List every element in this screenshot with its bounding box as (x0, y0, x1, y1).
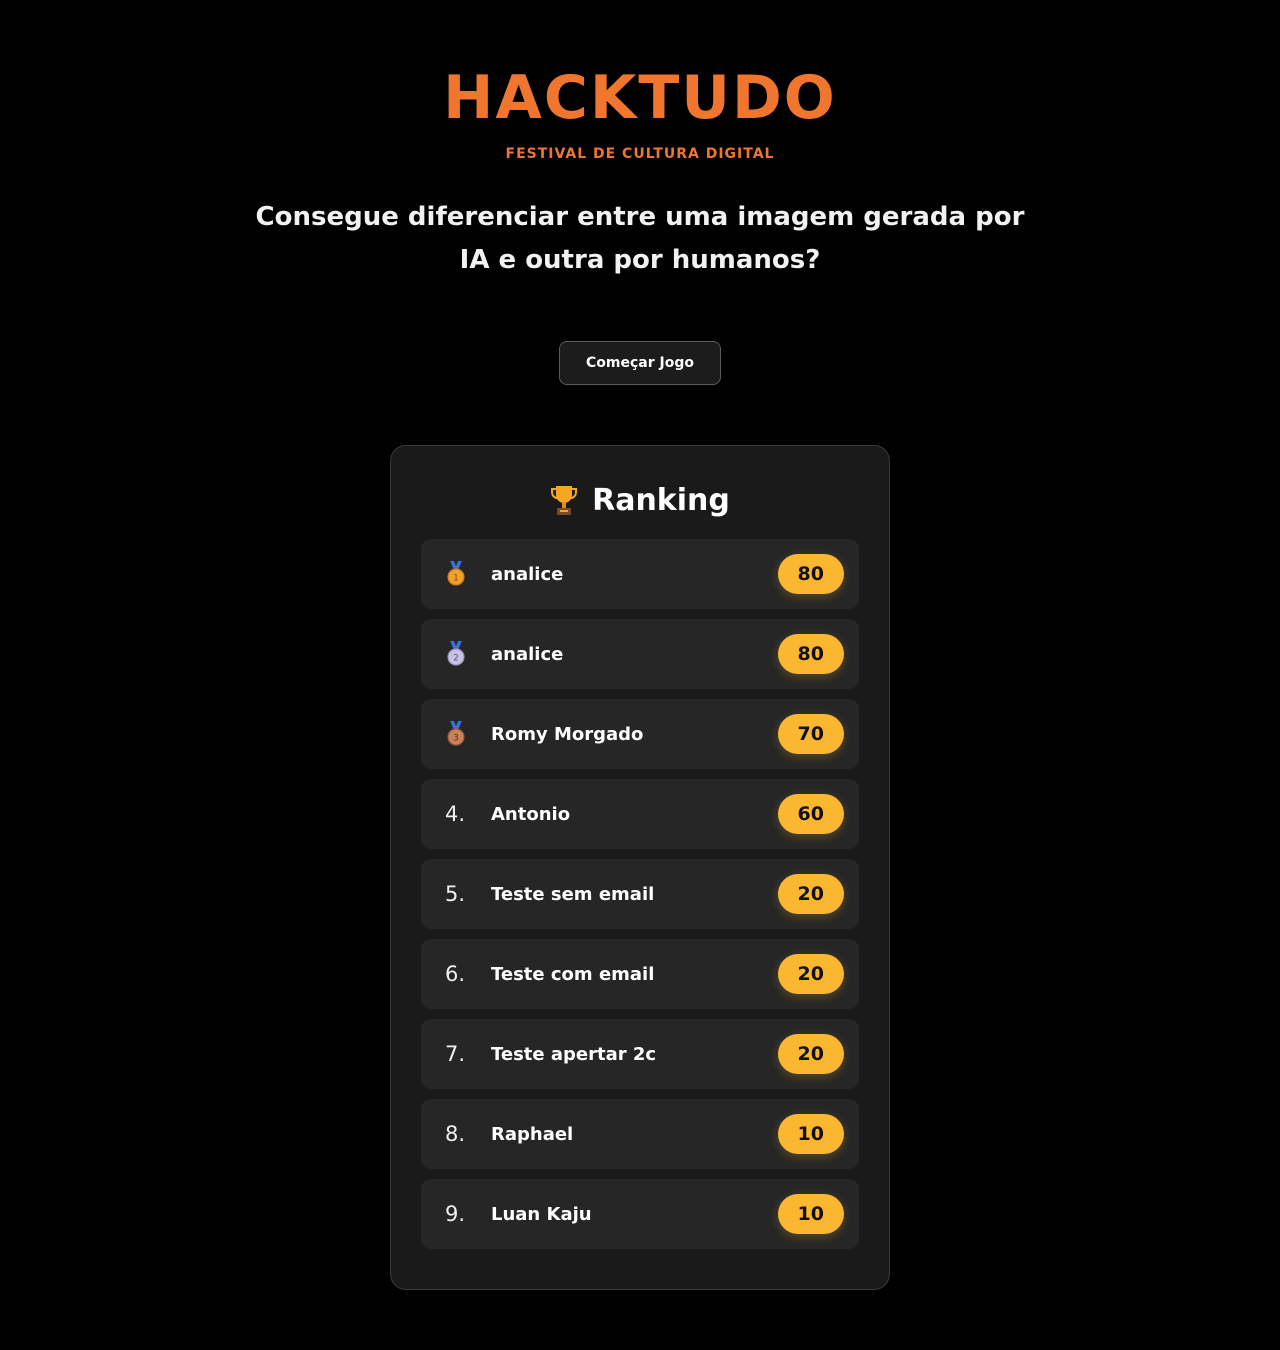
ranking-row[interactable]: 4. Antonio 60 (421, 779, 859, 849)
ranking-header: Ranking (391, 482, 889, 518)
svg-text:2: 2 (453, 654, 459, 664)
ranking-row[interactable]: 7. Teste apertar 2c 20 (421, 1019, 859, 1089)
score-badge: 20 (777, 874, 844, 914)
player-name: analice (491, 563, 564, 585)
rank-position: 3 (445, 699, 485, 769)
score-badge: 80 (777, 634, 844, 674)
rank-position: 5. (445, 882, 466, 906)
svg-text:3: 3 (453, 734, 459, 744)
header: HACKTUDO FESTIVAL DE CULTURA DIGITAL (0, 62, 1280, 162)
ranking-card: Ranking 1 analice 80 2 analice 80 3 Romy… (390, 445, 890, 1290)
bronze-medal-icon: 3 (445, 721, 467, 747)
ranking-list: 1 analice 80 2 analice 80 3 Romy Morgado… (421, 539, 859, 1259)
player-name: Luan Kaju (491, 1203, 592, 1225)
rank-position: 2 (445, 619, 485, 689)
trophy-icon (550, 483, 578, 517)
player-name: Teste sem email (491, 883, 655, 905)
silver-medal-icon: 2 (445, 641, 467, 667)
score-badge: 10 (777, 1114, 844, 1154)
score-badge: 20 (777, 1034, 844, 1074)
gold-medal-icon: 1 (445, 561, 467, 587)
player-name: Antonio (491, 803, 571, 825)
ranking-row[interactable]: 2 analice 80 (421, 619, 859, 689)
game-question: Consegue diferenciar entre uma imagem ge… (255, 202, 1025, 275)
svg-text:1: 1 (453, 574, 459, 584)
score-badge: 10 (777, 1194, 844, 1234)
rank-position: 1 (445, 539, 485, 609)
player-name: Romy Morgado (491, 723, 644, 745)
rank-position: 7. (445, 1042, 466, 1066)
brand-title: HACKTUDO (443, 63, 837, 133)
rank-position: 8. (445, 1122, 466, 1146)
rank-position: 4. (445, 802, 466, 826)
ranking-row[interactable]: 8. Raphael 10 (421, 1099, 859, 1169)
player-name: Teste com email (491, 963, 655, 985)
player-name: Raphael (491, 1123, 574, 1145)
ranking-row[interactable]: 5. Teste sem email 20 (421, 859, 859, 929)
ranking-title: Ranking (592, 482, 730, 518)
rank-position: 9. (445, 1202, 466, 1226)
ranking-row[interactable]: 1 analice 80 (421, 539, 859, 609)
score-badge: 70 (777, 714, 844, 754)
brand-subtitle: FESTIVAL DE CULTURA DIGITAL (505, 146, 775, 162)
score-badge: 80 (777, 554, 844, 594)
start-game-button[interactable]: Começar Jogo (559, 341, 721, 385)
score-badge: 20 (777, 954, 844, 994)
ranking-row[interactable]: 6. Teste com email 20 (421, 939, 859, 1009)
ranking-row[interactable]: 9. Luan Kaju 10 (421, 1179, 859, 1249)
player-name: Teste apertar 2c (491, 1043, 657, 1065)
ranking-row[interactable]: 3 Romy Morgado 70 (421, 699, 859, 769)
rank-position: 6. (445, 962, 466, 986)
score-badge: 60 (777, 794, 844, 834)
player-name: analice (491, 643, 564, 665)
